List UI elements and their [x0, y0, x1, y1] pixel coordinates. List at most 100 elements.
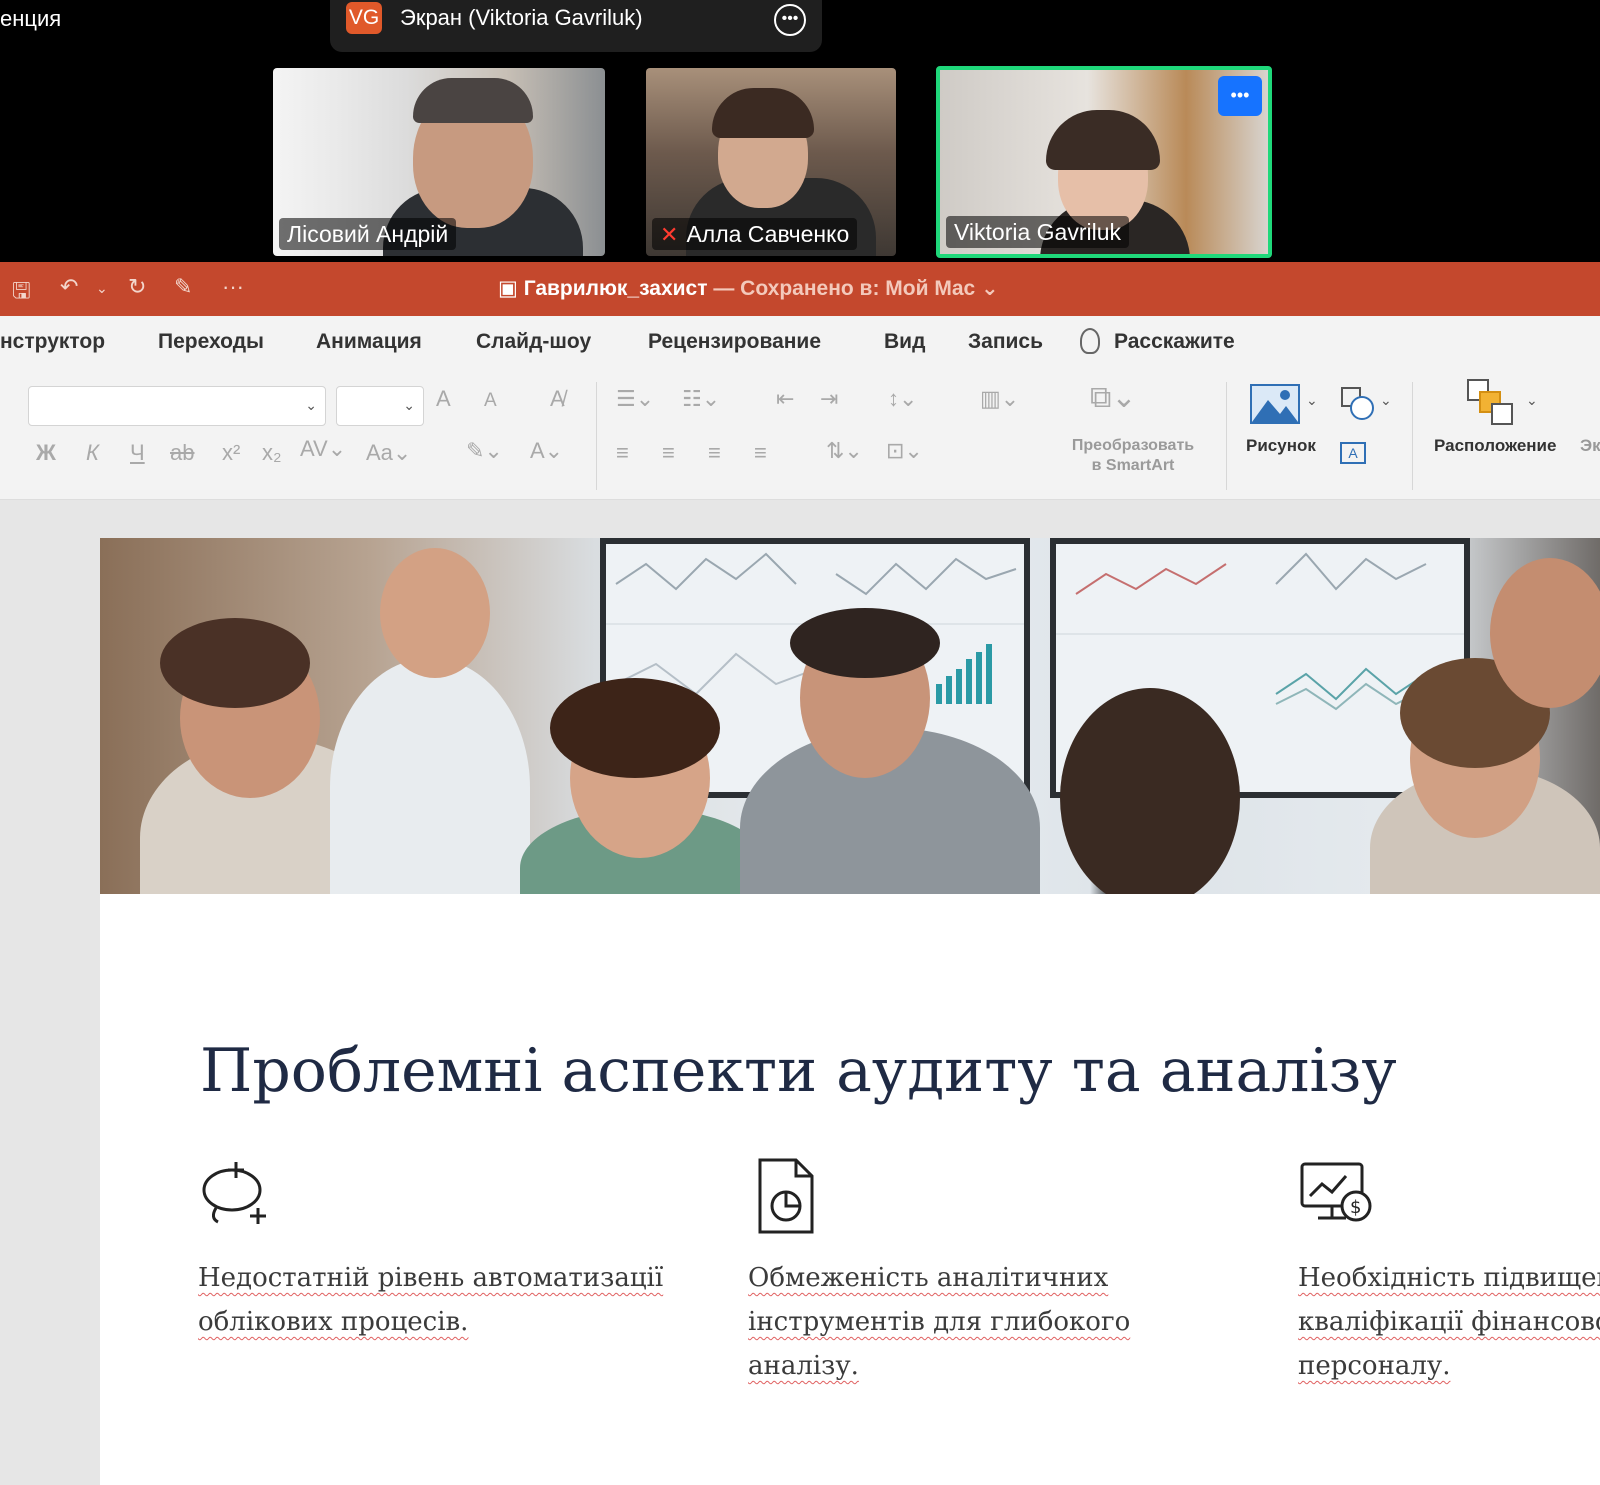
shapes-icon[interactable]: [1340, 386, 1376, 422]
chevron-down-icon: ⌄: [305, 397, 317, 413]
participant-name-tag: Viktoria Gavriluk: [946, 216, 1130, 248]
participant-hair: [413, 78, 533, 123]
finance-monitor-icon: $: [1298, 1156, 1378, 1236]
feature-block[interactable]: $ Необхідність підвищення кваліфікації ф…: [1298, 1156, 1600, 1388]
italic-button[interactable]: К: [86, 440, 99, 466]
increase-font-size-button[interactable]: A: [436, 386, 451, 412]
slide-header-photo[interactable]: [100, 538, 1600, 894]
person-figure: [380, 548, 490, 678]
tab-review[interactable]: Рецензирование: [648, 330, 821, 354]
smartart-icon[interactable]: ⧉⌄: [1090, 380, 1137, 415]
tab-slideshow[interactable]: Слайд-шоу: [476, 330, 591, 354]
participant-name-tag: Лісовий Андрій: [279, 218, 457, 250]
increase-indent-icon[interactable]: ⇥: [820, 386, 838, 412]
more-options-icon[interactable]: •••: [1218, 76, 1262, 116]
svg-text:$: $: [1350, 1197, 1361, 1218]
bold-button[interactable]: Ж: [36, 440, 56, 466]
arrange-button-label[interactable]: Расположение: [1434, 436, 1556, 456]
edit-document-icon[interactable]: ✎: [174, 274, 192, 300]
lightbulb-icon: [1080, 328, 1100, 354]
person-figure: [550, 678, 720, 778]
feature-text: Необхідність підвищення кваліфікації фін…: [1298, 1263, 1600, 1381]
participant-video-tile[interactable]: Лісовий Андрій: [273, 68, 605, 256]
redo-icon[interactable]: ↻: [128, 274, 146, 300]
person-figure: [1060, 688, 1240, 894]
feature-block[interactable]: Недостатній рівень автоматизації обліков…: [198, 1156, 698, 1344]
person-figure: [160, 618, 310, 708]
tab-design[interactable]: нструктор: [0, 330, 105, 354]
participant-video-tile[interactable]: ✕ Алла Савченко: [646, 68, 896, 256]
bullets-icon[interactable]: ☰⌄: [616, 386, 654, 412]
subscript-icon[interactable]: x₂: [262, 440, 282, 466]
participant-hair: [1046, 110, 1160, 170]
ribbon-label-cut-off: Эк: [1580, 436, 1600, 455]
feature-block[interactable]: Обмеженість аналітичних інструментів для…: [748, 1156, 1248, 1388]
chevron-down-icon[interactable]: ⌄: [1380, 392, 1392, 409]
align-center-icon[interactable]: ≡: [662, 440, 675, 466]
ribbon-separator: [1226, 382, 1227, 490]
chevron-down-icon[interactable]: ⌄: [96, 280, 108, 297]
participant-name-tag: ✕ Алла Савченко: [652, 218, 858, 250]
sharer-avatar: VG: [346, 2, 382, 34]
numbering-icon[interactable]: ☷⌄: [682, 386, 720, 412]
chevron-down-icon[interactable]: ⌄: [981, 277, 999, 300]
convert-to-smartart-button[interactable]: Преобразовать в SmartArt: [1058, 436, 1208, 476]
microphone-muted-icon: ✕: [660, 222, 679, 247]
idea-plus-icon: [198, 1156, 278, 1236]
smartart-label-line2: в SmartArt: [1091, 457, 1175, 474]
video-strip: Лісовий Андрій ✕ Алла Савченко ••• Viktor…: [0, 60, 1600, 262]
document-icon: ▣: [498, 277, 524, 300]
chevron-down-icon[interactable]: ⌄: [1306, 392, 1318, 409]
meeting-title-fragment: енция: [0, 6, 62, 31]
character-spacing-icon[interactable]: AV⌄: [300, 436, 346, 462]
tell-me-search[interactable]: Расскажите: [1114, 330, 1235, 354]
superscript-icon[interactable]: x²: [222, 440, 240, 466]
columns-icon[interactable]: ▥⌄: [980, 386, 1019, 412]
clear-formatting-icon[interactable]: A̸: [550, 386, 565, 412]
slide[interactable]: Проблемні аспекти аудиту та аналізу Недо…: [100, 538, 1600, 1485]
justify-icon[interactable]: ≡: [754, 440, 767, 466]
picture-button-label[interactable]: Рисунок: [1246, 436, 1316, 456]
strikethrough-icon[interactable]: ab: [170, 440, 194, 466]
arrange-icon[interactable]: [1466, 378, 1518, 428]
align-right-icon[interactable]: ≡: [708, 440, 721, 466]
save-status: — Сохранено в: Мой Mac: [713, 277, 976, 300]
undo-icon[interactable]: ↶: [60, 274, 78, 300]
tab-view[interactable]: Вид: [884, 330, 925, 354]
participant-name: Алла Савченко: [686, 221, 850, 247]
screen-share-indicator[interactable]: VG Экран (Viktoria Gavriluk) •••: [330, 0, 822, 52]
chevron-down-icon[interactable]: ⌄: [1526, 392, 1538, 409]
text-direction-icon[interactable]: ⇅⌄: [826, 438, 863, 464]
change-case-icon[interactable]: Aa⌄: [366, 440, 411, 466]
picture-icon[interactable]: [1250, 384, 1300, 424]
save-icon[interactable]: 🖫: [12, 274, 31, 312]
decrease-font-size-button[interactable]: A: [484, 390, 497, 412]
align-text-icon[interactable]: ⊡⌄: [886, 438, 923, 464]
ribbon-separator: [596, 382, 597, 490]
ribbon-tabs: нструктор Переходы Анимация Слайд-шоу Ре…: [0, 316, 1600, 372]
line-spacing-icon[interactable]: ↕⌄: [888, 386, 917, 412]
document-title[interactable]: ▣ Гаврилюк_захист — Сохранено в: Мой Mac…: [498, 276, 999, 301]
textbox-icon[interactable]: A: [1340, 442, 1366, 464]
highlight-pen-icon[interactable]: ✎⌄: [466, 438, 503, 464]
tab-record[interactable]: Запись: [968, 330, 1043, 354]
document-chart-icon: [748, 1156, 828, 1236]
participant-video-tile-active[interactable]: ••• Viktoria Gavriluk: [936, 66, 1272, 258]
font-family-select[interactable]: ⌄: [28, 386, 326, 426]
font-color-icon[interactable]: A⌄: [530, 438, 563, 464]
ribbon-separator: [1412, 382, 1413, 490]
ribbon-toolbar: ⌄ ⌄ A A A̸ Ж К Ч ab x² x₂ AV⌄ Aa⌄ ✎⌄ A⌄ …: [0, 372, 1600, 500]
more-options-icon[interactable]: •••: [774, 4, 806, 36]
person-figure: [330, 658, 530, 894]
underline-button[interactable]: Ч: [130, 440, 145, 466]
slide-title[interactable]: Проблемні аспекти аудиту та аналізу: [200, 1036, 1397, 1106]
more-icon[interactable]: ···: [222, 274, 244, 300]
slide-canvas[interactable]: Проблемні аспекти аудиту та аналізу Недо…: [0, 500, 1600, 1485]
tab-transitions[interactable]: Переходы: [158, 330, 264, 354]
decrease-indent-icon[interactable]: ⇤: [776, 386, 794, 412]
tab-animation[interactable]: Анимация: [316, 330, 422, 354]
align-left-icon[interactable]: ≡: [616, 440, 629, 466]
font-size-select[interactable]: ⌄: [336, 386, 424, 426]
document-name: Гаврилюк_захист: [523, 277, 708, 300]
zoom-top-bar: енция VG Экран (Viktoria Gavriluk) •••: [0, 0, 1600, 60]
